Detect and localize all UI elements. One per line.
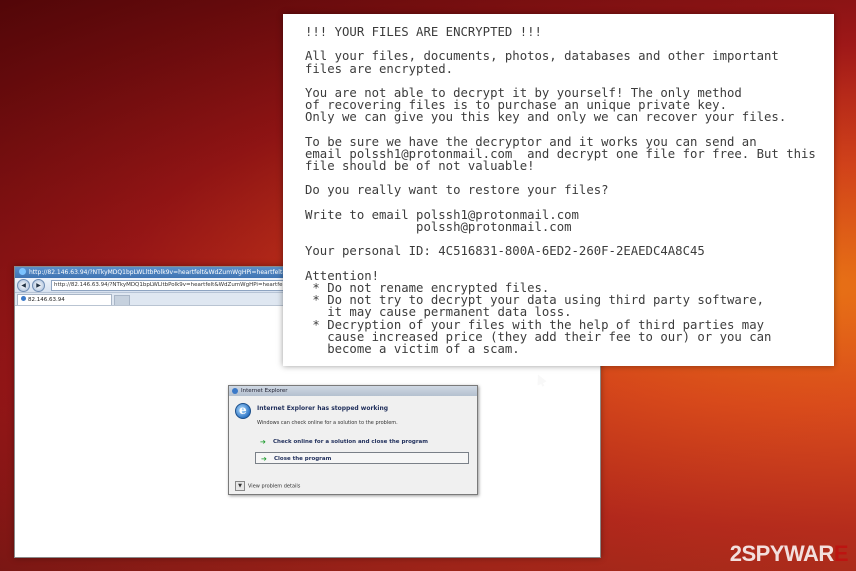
new-tab-button[interactable] — [114, 295, 130, 305]
note-line — [305, 124, 825, 136]
ransom-note-text: !!! YOUR FILES ARE ENCRYPTED !!! All your… — [305, 26, 825, 355]
internet-explorer-icon — [232, 388, 238, 394]
internet-explorer-icon — [235, 403, 251, 419]
tab-label: 82.146.63.94 — [28, 297, 65, 303]
error-dialog: Internet Explorer Internet Explorer has … — [228, 385, 478, 495]
note-line — [305, 197, 825, 209]
green-arrow-icon: ➔ — [260, 438, 266, 446]
tab-current[interactable]: 82.146.63.94 — [17, 294, 112, 305]
note-line: file should be of not valuable! — [305, 159, 535, 174]
ie-window-title: http://82.146.63.94/?NTkyMDQ1bpLWLltbPol… — [29, 269, 288, 276]
note-line: * Decryption of your files with the help… — [305, 317, 765, 332]
note-line: become a victim of a scam. — [305, 341, 520, 356]
note-line: files are encrypted. — [305, 61, 454, 76]
dialog-message: Windows can check online for a solution … — [257, 420, 398, 426]
address-bar[interactable]: http://82.146.63.94/?NTkyMDQ1bpLWLltbPol… — [51, 279, 310, 291]
view-details-label: View problem details — [248, 483, 301, 490]
note-line: Do you really want to restore your files… — [305, 183, 609, 198]
check-online-button[interactable]: ➔ Check online for a solution and close … — [255, 436, 469, 448]
dialog-body: Internet Explorer has stopped working Wi… — [229, 396, 477, 494]
check-online-label: Check online for a solution and close th… — [273, 439, 428, 445]
close-program-label: Close the program — [274, 456, 332, 462]
dialog-heading: Internet Explorer has stopped working — [257, 405, 389, 412]
dialog-titlebar: Internet Explorer — [229, 386, 477, 396]
dialog-title: Internet Explorer — [241, 388, 288, 394]
note-line: Only we can give you this key and only w… — [305, 110, 787, 125]
internet-explorer-icon — [19, 268, 26, 275]
forward-button[interactable]: ▶ — [32, 278, 45, 292]
note-line: polssh@protonmail.com — [305, 220, 572, 234]
note-line: All your files, documents, photos, datab… — [305, 49, 779, 64]
note-line — [305, 258, 825, 270]
note-line: it may cause permanent data loss. — [305, 305, 572, 320]
close-program-button[interactable]: ➔ Close the program — [255, 452, 469, 464]
back-button[interactable]: ◀ — [17, 278, 30, 292]
watermark-prefix: 2 — [729, 541, 742, 566]
view-problem-details-toggle[interactable]: ▼ View problem details — [235, 481, 300, 491]
watermark-main: SPYWAR — [741, 541, 834, 566]
ransom-note-window: !!! YOUR FILES ARE ENCRYPTED !!! All your… — [283, 14, 834, 366]
note-line: Your personal ID: 4C516831-800A-6ED2-260… — [305, 244, 705, 259]
watermark-logo: 2SPYWARE — [729, 541, 849, 567]
watermark-accent: E — [833, 541, 849, 566]
green-arrow-icon: ➔ — [261, 455, 267, 463]
page-icon — [21, 296, 26, 301]
note-line: !!! YOUR FILES ARE ENCRYPTED !!! — [305, 25, 542, 39]
chevron-down-icon: ▼ — [235, 481, 245, 491]
